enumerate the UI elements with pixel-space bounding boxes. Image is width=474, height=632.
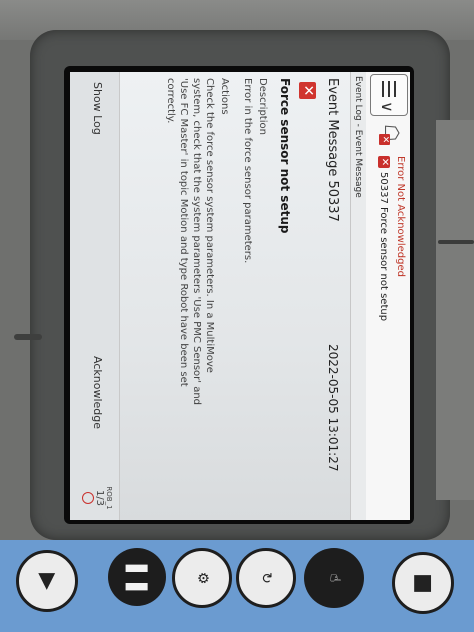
motion-mode-button[interactable]: ↻ xyxy=(236,548,296,608)
device-right-bezel xyxy=(436,120,474,500)
play-icon: ▶ xyxy=(34,572,60,590)
task-name: ROB_1 xyxy=(105,486,113,510)
stop-button[interactable]: ■ xyxy=(392,552,454,614)
task-fraction: 1/3 xyxy=(94,489,105,507)
description-text: Error in the force sensor parameters. xyxy=(242,78,253,264)
footer-bar: Show Log Acknowledge ROB_1 1/3 xyxy=(70,72,120,520)
error-status-text: Error Not Acknowledged xyxy=(395,156,406,277)
main-menu-button[interactable]: ∨ xyxy=(370,74,408,116)
mechanical-unit-button[interactable]: ⚙ xyxy=(172,548,232,608)
event-timestamp: 2022-05-05 13:01:27 xyxy=(326,344,340,472)
acknowledge-button[interactable]: Acknowledge xyxy=(87,356,109,429)
menu-icon xyxy=(380,81,396,97)
hand-icon: ☝ xyxy=(326,573,342,583)
robot-icon[interactable]: ☖ ✕ xyxy=(374,124,404,146)
description-label: Description xyxy=(257,78,268,135)
chevron-down-icon: ∨ xyxy=(378,101,397,113)
error-x-icon: ✕ xyxy=(379,134,390,145)
robot-arm-icon: ⚙ xyxy=(194,571,210,585)
actions-label: Actions xyxy=(219,78,230,115)
pause-button[interactable]: ❚❚ xyxy=(108,548,166,606)
event-heading: Force sensor not setup xyxy=(278,78,292,234)
actions-text: Check the force sensor system parameters… xyxy=(165,78,215,406)
flexpendant-ui: ∨ ☖ ✕ Error Not Acknowledged ✕ 50337 Forc… xyxy=(70,72,410,520)
stop-icon: ■ xyxy=(410,572,436,594)
device-side-nub xyxy=(14,334,42,340)
rotate-icon: ↻ xyxy=(257,572,274,584)
device-slot xyxy=(438,240,474,244)
event-title: Event Message 50337 xyxy=(325,78,340,222)
error-x-icon: ✕ xyxy=(299,82,316,99)
error-summary-text: 50337 Force sensor not setup xyxy=(378,172,390,322)
tab-event-message[interactable]: Event Log - Event Message xyxy=(350,72,366,520)
task-selector[interactable]: ROB_1 1/3 xyxy=(75,480,113,516)
show-log-button[interactable]: Show Log xyxy=(87,82,109,135)
pause-icon: ❚❚ xyxy=(124,558,150,596)
status-bar: ∨ ☖ ✕ Error Not Acknowledged ✕ 50337 Forc… xyxy=(365,72,410,520)
error-summary[interactable]: ✕ 50337 Force sensor not setup xyxy=(378,156,390,321)
robot-mini-icon xyxy=(82,492,94,504)
run-button[interactable]: ▶ xyxy=(16,550,78,612)
error-x-icon: ✕ xyxy=(378,156,390,168)
jog-button[interactable]: ☝ xyxy=(304,548,364,608)
